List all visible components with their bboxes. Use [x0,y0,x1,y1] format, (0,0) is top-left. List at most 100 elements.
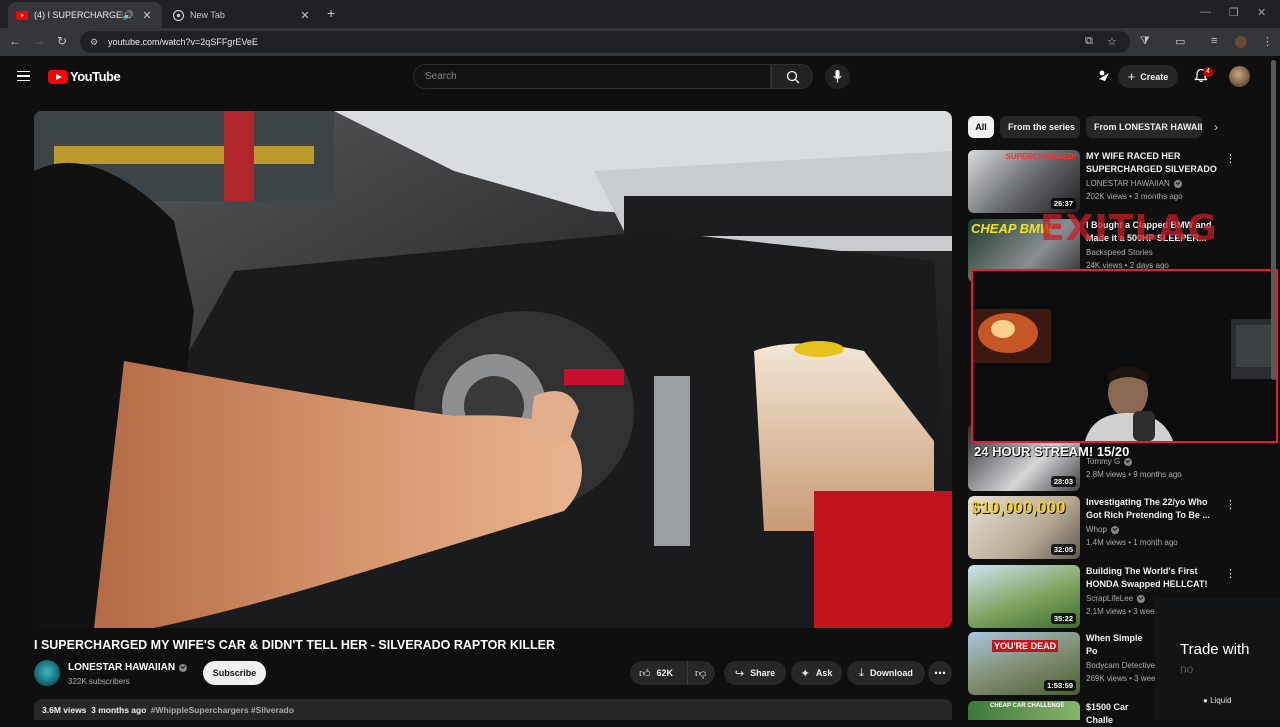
forward-icon[interactable]: → [33,34,45,48]
ad-panel[interactable]: Trade with no ● Liquid [1155,598,1280,720]
close-window-icon[interactable]: ✕ [1257,6,1266,19]
chip-all[interactable]: All [968,116,994,138]
speaker-icon[interactable]: 🔊 [123,10,134,21]
video-thumbnail[interactable]: YOU'RE DEAD 1:53:59 [968,632,1080,695]
thumbnail-text: YOU'RE DEAD [992,640,1059,652]
account-avatar[interactable] [1229,66,1250,87]
recommendation-channel: Bodycam Detective [1086,661,1155,670]
like-dislike-group: 👍︎ 62K 👎︎ [630,661,715,685]
download-label: Download [869,668,913,678]
search-input[interactable]: Search [413,64,771,89]
channel-avatar[interactable] [34,660,60,686]
new-tab-icon[interactable]: + [327,5,335,21]
recommendation-channel: Backspeed Stories [1086,248,1153,257]
thumbnail-text: CHEAP CAR CHALLENGE [990,703,1065,709]
hamburger-menu-icon[interactable] [17,71,30,81]
thumbnail-text: $10,000,000 [971,498,1066,517]
close-tab-icon[interactable]: ✕ [298,9,312,22]
browser-tab-newtab[interactable]: New Tab ✕ [164,2,320,28]
ad-title: Trade with [1180,641,1250,658]
video-thumbnail[interactable]: CHEAP CAR CHALLENGE [968,701,1080,720]
video-player[interactable] [34,111,952,628]
duration-badge: 35:22 [1050,613,1076,624]
verified-badge-icon [1137,594,1146,603]
recommendation-item[interactable]: SUPERCHARGED! 26:37 MY WIFE RACED HER SU… [968,150,1268,214]
dislike-button[interactable]: 👎︎ [688,667,712,680]
description-meta: 3.6M views 3 months ago #WhippleSupercha… [42,705,294,715]
duration-badge: 32:05 [1050,544,1076,555]
chip-from-series[interactable]: From the series [1000,116,1080,138]
download-icon: ⤓ [859,666,864,679]
more-vertical-icon[interactable]: ⋮ [1225,152,1236,165]
reload-icon[interactable]: ↻ [57,34,67,48]
browser-tabstrip: (4) I SUPERCHARGED MY W 🔊 ✕ New Tab ✕ + … [0,0,1280,28]
address-bar[interactable]: ⚙ youtube.com/watch?v=2qSFFgrEVeE ⧉ ☆ [80,31,1130,53]
share-label: Share [750,668,776,678]
minimize-icon[interactable]: — [1200,6,1211,18]
recommendation-title: MY WIFE RACED HER SUPERCHARGED SILVERADO… [1086,151,1217,174]
extensions-icon[interactable]: ⧩ [1140,35,1150,48]
restore-icon[interactable]: ❐ [1229,6,1239,19]
hashtags[interactable]: #WhippleSuperchargers #Silverado [151,705,294,715]
bookmark-star-icon[interactable]: ☆ [1107,35,1117,48]
microphone-icon [833,70,842,83]
browser-tab-youtube[interactable]: (4) I SUPERCHARGED MY W 🔊 ✕ [8,2,162,28]
video-thumbnail[interactable]: SUPERCHARGED! 26:37 [968,150,1080,213]
more-vertical-icon[interactable]: ⋮ [1225,567,1236,580]
channel-name-text: LONESTAR HAWAIIAN [68,662,176,673]
page-scrollbar[interactable] [1271,60,1276,380]
site-info-icon[interactable]: ⚙ [88,36,100,48]
youtube-favicon-icon [16,9,28,21]
duration-badge: 1:53:59 [1044,680,1076,691]
browser-menu-icon[interactable]: ⋮ [1262,35,1273,48]
video-thumbnail[interactable]: $10,000,000 32:05 [968,496,1080,559]
side-panel-icon[interactable]: ▭ [1175,35,1185,48]
video-title: I SUPERCHARGED MY WIFE'S CAR & DIDN'T TE… [34,638,556,652]
recommendation-channel: Whop [1086,525,1119,534]
channel-text: ScrapLifeLee [1086,594,1134,603]
duration-badge: 28:03 [1050,476,1076,487]
stream-counter-overlay: 24 HOUR STREAM! 15/20 [974,444,1130,459]
channel-name[interactable]: LONESTAR HAWAIIAN [68,662,188,673]
back-icon[interactable]: ← [9,34,21,48]
more-vertical-icon[interactable]: ⋮ [1225,498,1236,511]
video-thumbnail[interactable]: 35:22 [968,565,1080,628]
tab-title: New Tab [190,10,225,20]
browser-toolbar: ← → ↻ ⚙ youtube.com/watch?v=2qSFFgrEVeE … [0,28,1280,56]
youtube-play-icon [48,69,68,84]
share-button[interactable]: ↪ Share [724,661,786,685]
description-box[interactable]: 3.6M views 3 months ago #WhippleSupercha… [34,699,952,720]
share-icon: ↪ [734,667,745,680]
search-button[interactable] [771,64,813,89]
more-horizontal-icon: ⋯ [934,666,946,680]
voice-search-button[interactable] [825,64,850,89]
subscribe-button[interactable]: Subscribe [203,661,266,685]
like-button[interactable]: 👍︎ 62K [630,661,688,685]
youtube-logo[interactable]: YouTube [48,69,121,84]
chip-from-channel[interactable]: From LONESTAR HAWAIIAN [1086,116,1202,138]
ad-brand: ● Liquid [1203,696,1231,705]
chrome-favicon-icon [172,9,184,21]
recommendation-item[interactable]: $10,000,000 32:05 Investigating The 22/y… [968,496,1268,560]
download-button[interactable]: ⤓ Download [847,661,925,685]
webcam-overlay [971,269,1278,443]
ask-button[interactable]: ✦ Ask [791,661,842,685]
webcam-feed [973,271,1276,441]
install-app-icon[interactable]: ⧉ [1085,35,1093,48]
thumbnail-text: SUPERCHARGED! [1005,152,1076,161]
ad-subtitle: no [1180,662,1194,676]
logo-wordmark: YouTube [70,69,121,84]
url-text: youtube.com/watch?v=2qSFFgrEVeE [108,37,258,47]
recommendation-title: $1500 Car Challe [1086,702,1129,725]
close-tab-icon[interactable]: ✕ [140,9,154,22]
cast-icon[interactable] [1097,69,1111,83]
reading-list-icon[interactable]: ≡ [1211,35,1217,47]
chevron-right-icon[interactable]: › [1214,120,1218,134]
video-frame-engine-bay [34,111,952,628]
verified-badge-icon [179,663,188,672]
more-actions-button[interactable]: ⋯ [928,661,952,685]
subscriber-count: 322K subscribers [68,677,130,686]
thumbs-up-icon: 👍︎ [639,667,651,680]
create-button[interactable]: + Create [1118,65,1178,88]
profile-avatar[interactable] [1235,36,1247,48]
